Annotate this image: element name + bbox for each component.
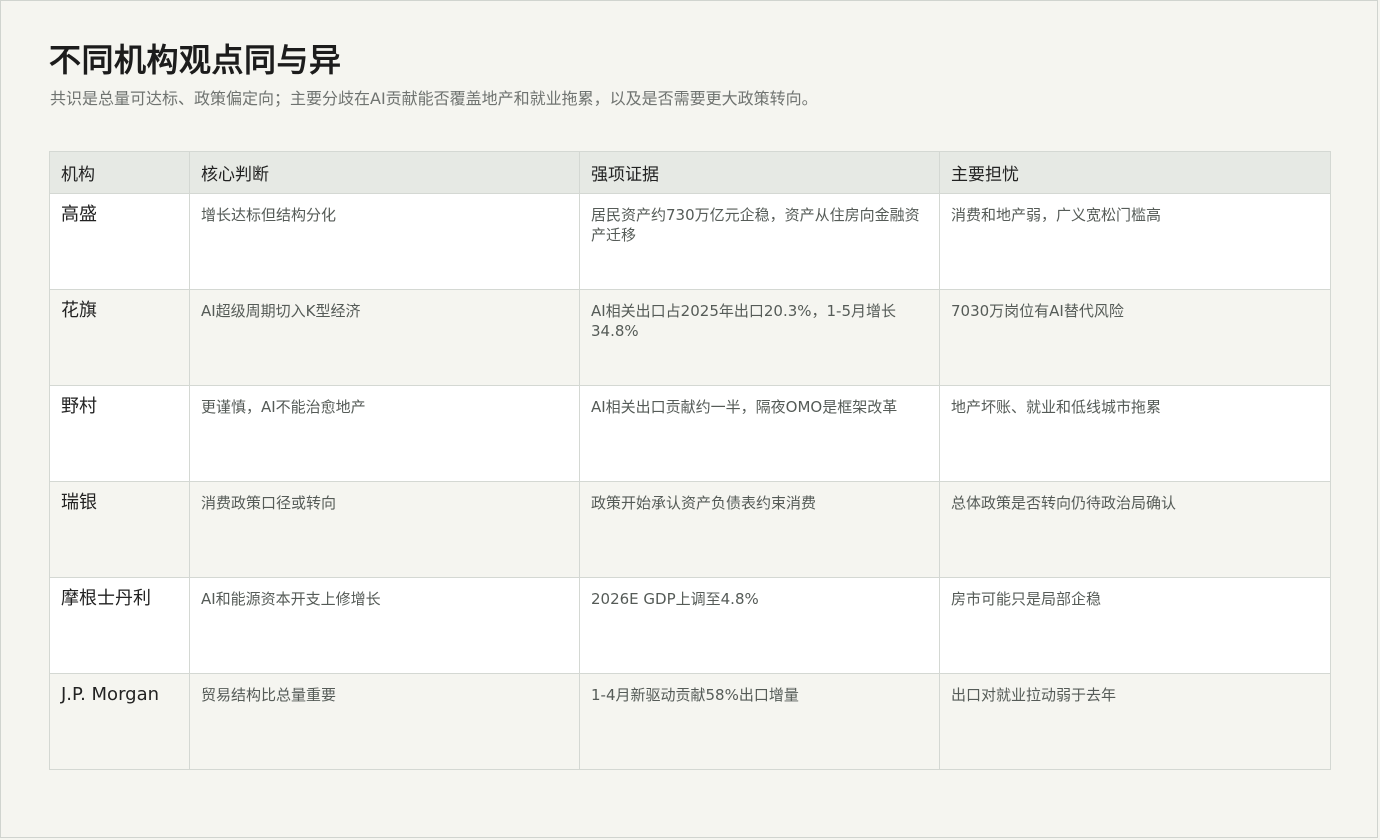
- cell-key-evidence: AI相关出口贡献约一半，隔夜OMO是框架改革: [579, 385, 940, 482]
- cell-key-evidence: 政策开始承认资产负债表约束消费: [579, 481, 940, 578]
- page-title: 不同机构观点同与异: [49, 41, 342, 79]
- cell-main-concern: 出口对就业拉动弱于去年: [939, 673, 1331, 770]
- table-row: 摩根士丹利 AI和能源资本开支上修增长 2026E GDP上调至4.8% 房市可…: [49, 577, 1331, 674]
- cell-institution: 高盛: [49, 193, 190, 290]
- cell-institution: 野村: [49, 385, 190, 482]
- table-header-row: 机构 核心判断 强项证据 主要担忧: [49, 151, 1331, 194]
- institution-comparison-table: 机构 核心判断 强项证据 主要担忧 高盛 增长达标但结构分化 居民资产约730万…: [49, 151, 1331, 770]
- cell-core-view: AI超级周期切入K型经济: [189, 289, 580, 386]
- column-header-key-evidence: 强项证据: [579, 151, 940, 194]
- cell-key-evidence: 居民资产约730万亿元企稳，资产从住房向金融资产迁移: [579, 193, 940, 290]
- cell-key-evidence: AI相关出口占2025年出口20.3%，1-5月增长34.8%: [579, 289, 940, 386]
- cell-main-concern: 总体政策是否转向仍待政治局确认: [939, 481, 1331, 578]
- cell-key-evidence: 2026E GDP上调至4.8%: [579, 577, 940, 674]
- cell-core-view: 增长达标但结构分化: [189, 193, 580, 290]
- cell-core-view: AI和能源资本开支上修增长: [189, 577, 580, 674]
- page: 不同机构观点同与异 共识是总量可达标、政策偏定向；主要分歧在AI贡献能否覆盖地产…: [0, 0, 1378, 838]
- table-row: 花旗 AI超级周期切入K型经济 AI相关出口占2025年出口20.3%，1-5月…: [49, 289, 1331, 386]
- cell-core-view: 贸易结构比总量重要: [189, 673, 580, 770]
- cell-core-view: 更谨慎，AI不能治愈地产: [189, 385, 580, 482]
- cell-main-concern: 房市可能只是局部企稳: [939, 577, 1331, 674]
- table-row: J.P. Morgan 贸易结构比总量重要 1-4月新驱动贡献58%出口增量 出…: [49, 673, 1331, 770]
- column-header-institution: 机构: [49, 151, 190, 194]
- cell-core-view: 消费政策口径或转向: [189, 481, 580, 578]
- column-header-core-view: 核心判断: [189, 151, 580, 194]
- cell-institution: J.P. Morgan: [49, 673, 190, 770]
- column-header-main-concern: 主要担忧: [939, 151, 1331, 194]
- cell-main-concern: 7030万岗位有AI替代风险: [939, 289, 1331, 386]
- cell-institution: 摩根士丹利: [49, 577, 190, 674]
- cell-main-concern: 消费和地产弱，广义宽松门槛高: [939, 193, 1331, 290]
- cell-key-evidence: 1-4月新驱动贡献58%出口增量: [579, 673, 940, 770]
- table-row: 高盛 增长达标但结构分化 居民资产约730万亿元企稳，资产从住房向金融资产迁移 …: [49, 193, 1331, 290]
- table-row: 野村 更谨慎，AI不能治愈地产 AI相关出口贡献约一半，隔夜OMO是框架改革 地…: [49, 385, 1331, 482]
- cell-institution: 瑞银: [49, 481, 190, 578]
- cell-main-concern: 地产坏账、就业和低线城市拖累: [939, 385, 1331, 482]
- page-subtitle: 共识是总量可达标、政策偏定向；主要分歧在AI贡献能否覆盖地产和就业拖累，以及是否…: [50, 89, 818, 108]
- table-row: 瑞银 消费政策口径或转向 政策开始承认资产负债表约束消费 总体政策是否转向仍待政…: [49, 481, 1331, 578]
- cell-institution: 花旗: [49, 289, 190, 386]
